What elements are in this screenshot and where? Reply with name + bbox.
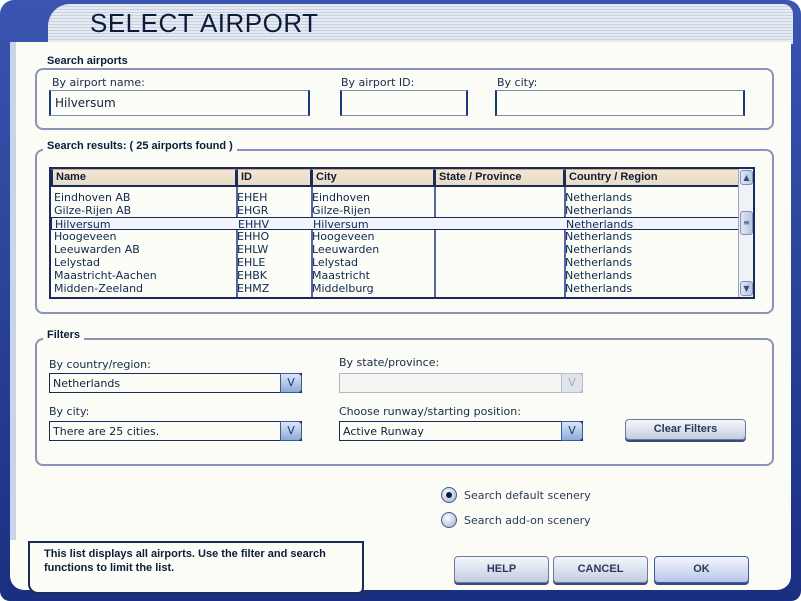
dialog-title: SELECT AIRPORT xyxy=(90,8,319,38)
cell-city: Lelystad xyxy=(312,256,359,269)
scroll-down-icon[interactable]: ▼ xyxy=(740,281,753,296)
cell-id: EHLW xyxy=(237,243,269,256)
scroll-thumb[interactable]: ≡ xyxy=(740,211,753,235)
state-dropdown: V xyxy=(339,373,583,393)
cell-country: Netherlands xyxy=(565,230,633,243)
city-dropdown[interactable]: There are 25 cities. V xyxy=(49,421,302,441)
city-filter-label: By city: xyxy=(49,405,90,418)
table-row[interactable]: Hoogeveen EHHO Hoogeveen Netherlands xyxy=(51,230,739,243)
search-results-label: Search results: ( 25 airports found ) xyxy=(43,140,237,152)
city-search-input[interactable] xyxy=(495,90,745,116)
cell-id: EHGR xyxy=(237,204,269,217)
airport-id-label: By airport ID: xyxy=(341,76,415,89)
chevron-down-icon[interactable]: V xyxy=(280,421,302,441)
table-row[interactable]: Leeuwarden AB EHLW Leeuwarden Netherlands xyxy=(51,243,739,256)
results-table: Name ID City State / Province Country / … xyxy=(49,167,755,299)
city-search-label: By city: xyxy=(497,76,538,89)
help-tip: This list displays all airports. Use the… xyxy=(28,541,364,594)
cell-id: EHLE xyxy=(237,256,266,269)
cell-id: EHEH xyxy=(237,191,268,204)
search-airports-label: Search airports xyxy=(43,55,132,67)
cell-name: Hoogeveen xyxy=(54,230,117,243)
airport-name-input[interactable]: Hilversum xyxy=(49,90,310,116)
cell-country: Netherlands xyxy=(565,243,633,256)
default-scenery-radio[interactable] xyxy=(441,487,457,503)
runway-dropdown[interactable]: Active Runway V xyxy=(339,421,583,441)
city-value: There are 25 cities. xyxy=(53,425,160,438)
help-button[interactable]: HELP xyxy=(454,556,549,583)
cell-country: Netherlands xyxy=(565,204,633,217)
airport-name-label: By airport name: xyxy=(52,76,145,89)
runway-label: Choose runway/starting position: xyxy=(339,405,521,418)
cell-country: Netherlands xyxy=(565,191,633,204)
cell-city: Hoogeveen xyxy=(312,230,375,243)
table-row[interactable]: Midden-Zeeland EHMZ Middelburg Netherlands xyxy=(51,282,739,295)
cell-name: Maastricht-Aachen xyxy=(54,269,157,282)
cell-city: Leeuwarden xyxy=(312,243,380,256)
addon-scenery-radio[interactable] xyxy=(441,512,457,528)
addon-scenery-label[interactable]: Search add-on scenery xyxy=(464,514,591,527)
country-filter-label: By country/region: xyxy=(49,358,151,371)
column-header-city[interactable]: City xyxy=(311,169,435,187)
cell-city: Maastricht xyxy=(312,269,370,282)
column-header-country[interactable]: Country / Region xyxy=(564,169,740,187)
cell-name: Eindhoven AB xyxy=(54,191,131,204)
cell-city: Middelburg xyxy=(312,282,374,295)
cell-country: Netherlands xyxy=(565,256,633,269)
cell-city: Gilze-Rijen xyxy=(312,204,371,217)
state-filter-label: By state/province: xyxy=(339,356,440,369)
table-row[interactable]: Eindhoven AB EHEH Eindhoven Netherlands xyxy=(51,191,739,204)
filters-label: Filters xyxy=(43,329,85,341)
country-dropdown[interactable]: Netherlands V xyxy=(49,373,302,393)
clear-filters-button[interactable]: Clear Filters xyxy=(625,419,746,440)
chevron-down-icon[interactable]: V xyxy=(280,373,302,393)
scroll-up-icon[interactable]: ▲ xyxy=(740,170,753,185)
table-row[interactable]: Lelystad EHLE Lelystad Netherlands xyxy=(51,256,739,269)
cancel-button[interactable]: CANCEL xyxy=(553,556,648,583)
runway-value: Active Runway xyxy=(343,425,424,438)
chevron-down-icon: V xyxy=(561,373,583,393)
airport-id-input[interactable] xyxy=(340,90,468,116)
default-scenery-label[interactable]: Search default scenery xyxy=(464,489,591,502)
cell-id: EHHO xyxy=(237,230,270,243)
column-header-name[interactable]: Name xyxy=(51,169,237,187)
cell-name: Gilze-Rijen AB xyxy=(54,204,132,217)
ok-button[interactable]: OK xyxy=(654,556,749,583)
cell-name: Midden-Zeeland xyxy=(54,282,144,295)
table-row[interactable]: Hilversum EHHV Hilversum Netherlands xyxy=(51,217,739,231)
cell-id: EHBK xyxy=(237,269,267,282)
table-row[interactable]: Maastricht-Aachen EHBK Maastricht Netherlan… xyxy=(51,269,739,282)
cell-country: Netherlands xyxy=(565,269,633,282)
cell-city: Eindhoven xyxy=(312,191,370,204)
country-value: Netherlands xyxy=(53,377,121,390)
column-header-state[interactable]: State / Province xyxy=(434,169,565,187)
chevron-down-icon[interactable]: V xyxy=(561,421,583,441)
cell-name: Leeuwarden AB xyxy=(54,243,140,256)
results-scrollbar[interactable]: ▲ ≡ ▼ xyxy=(738,169,753,297)
cell-id: EHMZ xyxy=(237,282,270,295)
cell-country: Netherlands xyxy=(565,282,633,295)
cell-name: Lelystad xyxy=(54,256,101,269)
column-header-id[interactable]: ID xyxy=(236,169,312,187)
table-row[interactable]: Gilze-Rijen AB EHGR Gilze-Rijen Netherlands xyxy=(51,204,739,217)
